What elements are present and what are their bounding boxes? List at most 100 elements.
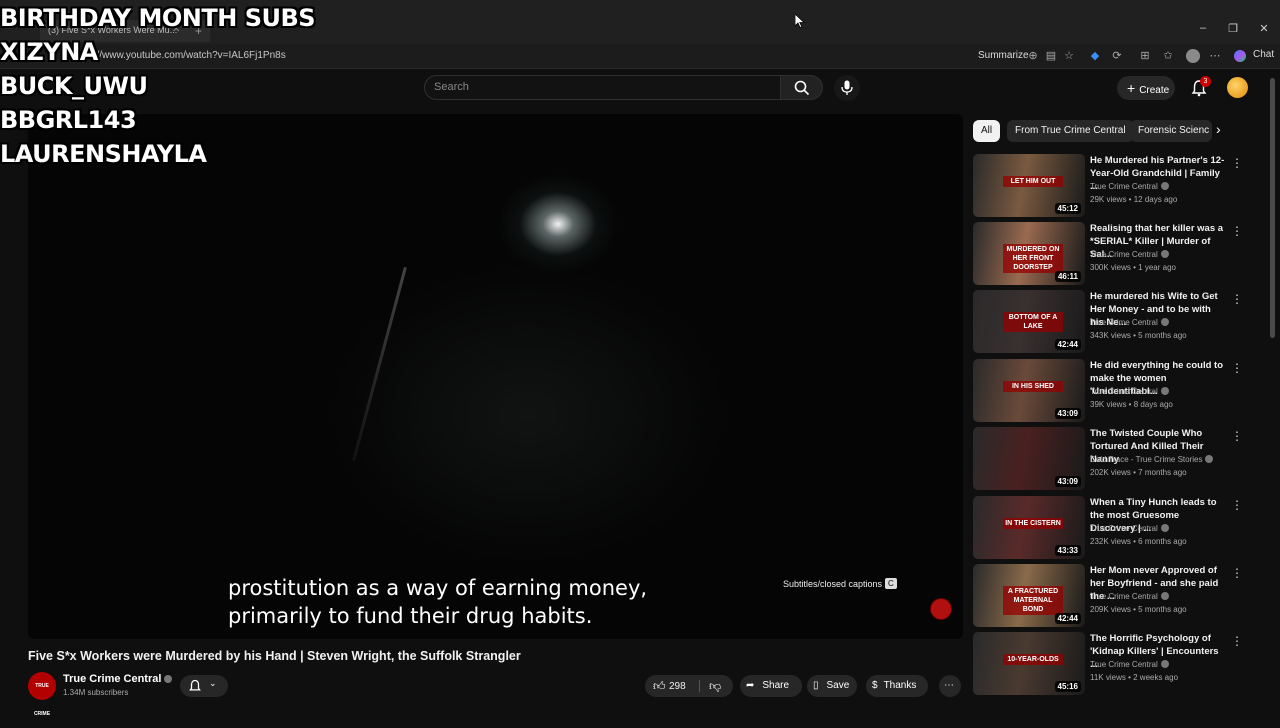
thumbnail-caption: IN HIS SHED [1003,381,1063,392]
recommendation-thumbnail[interactable]: 10-YEAR-OLDS 45:16 [973,632,1085,695]
recommendation-item[interactable]: 43:09 The Twisted Couple Who Tortured And… [973,427,1263,491]
verified-icon [1160,318,1169,326]
recommendation-thumbnail[interactable]: MURDERED ON HER FRONT DOORSTEP 46:11 [973,222,1085,285]
video-frame-light [498,174,618,274]
extension-icon[interactable]: ⊕ [1026,49,1040,63]
url-field[interactable]: https://www.youtube.com/watch?v=IAL6Fj1P… [72,50,286,61]
recommendation-channel[interactable]: True Crime Central [1090,318,1169,327]
more-horizontal-icon: ⋯ [944,680,954,691]
plus-icon: + [1127,80,1136,96]
captions-shortcut-key: C [885,578,897,589]
video-caption: prostitution as a way of earning money, … [228,574,647,630]
overlay-heading: BIRTHDAY MONTH SUBS [0,4,316,32]
recommendation-channel[interactable]: True Crime Central [1090,387,1169,396]
close-window-icon[interactable]: ✕ [1249,22,1279,35]
more-vertical-icon[interactable]: ⋮ [1231,361,1243,375]
scrollbar[interactable] [1270,78,1275,338]
verified-icon [1160,250,1169,258]
video-duration: 43:09 [1054,476,1081,487]
thumbnail-caption: MURDERED ON HER FRONT DOORSTEP [1003,244,1063,273]
recommendation-meta: 300K views • 1 year ago [1090,263,1176,272]
thanks-button[interactable]: $ Thanks [866,675,928,697]
notification-count-badge: 3 [1200,76,1211,87]
video-player[interactable]: prostitution as a way of earning money, … [28,114,963,639]
more-vertical-icon[interactable]: ⋮ [1231,566,1243,580]
verified-icon [1160,182,1169,190]
more-menu-icon[interactable]: ⋯ [1208,49,1222,63]
verified-icon [1160,524,1169,532]
more-vertical-icon[interactable]: ⋮ [1231,292,1243,306]
favorite-star-icon[interactable]: ☆ [1062,49,1076,63]
video-duration: 43:33 [1054,545,1081,556]
captions-tooltip: Subtitles/closed captions [783,579,883,589]
more-vertical-icon[interactable]: ⋮ [1231,224,1243,238]
channel-name[interactable]: True Crime Central [63,673,173,685]
maximize-icon[interactable]: ❐ [1218,22,1248,35]
profile-icon[interactable] [1186,49,1200,63]
recommendation-meta: 343K views • 5 months ago [1090,331,1187,340]
summarize-button[interactable]: Summarize [978,50,1029,61]
subscriber-count: 1.34M subscribers [63,688,129,697]
recommendation-item[interactable]: IN THE CISTERN 43:33 When a Tiny Hunch lea… [973,496,1263,560]
recommendation-item[interactable]: MURDERED ON HER FRONT DOORSTEP 46:11 Reali… [973,222,1263,286]
recommendation-thumbnail[interactable]: LET HIM OUT 45:12 [973,154,1085,217]
search-button[interactable] [781,75,823,100]
more-vertical-icon[interactable]: ⋮ [1231,634,1243,648]
more-actions-button[interactable]: ⋯ [939,675,961,697]
create-button[interactable]: + Create [1117,76,1175,100]
recommendation-item[interactable]: A FRACTURED MATERNAL BOND 42:44 Her Mom ne… [973,564,1263,628]
share-button[interactable]: ➦ Share [740,675,802,697]
thumbnail-caption: BOTTOM OF A LAKE [1003,312,1063,332]
chip-all[interactable]: All [973,120,1001,142]
recommendation-channel[interactable]: Cold Trace - True Crime Stories [1090,455,1214,464]
save-button[interactable]: ▯ Save [807,675,857,697]
recommendation-channel[interactable]: True Crime Central [1090,660,1169,669]
thumbs-up-icon: 👍︎ [653,679,666,693]
split-screen-icon[interactable]: ⊞ [1138,49,1152,63]
recommendation-item[interactable]: 10-YEAR-OLDS 45:16 The Horrific Psychology… [973,632,1263,696]
recommendation-channel[interactable]: True Crime Central [1090,524,1169,533]
overlay-name: LAURENSHAYLA [0,140,207,168]
verified-icon [1205,455,1214,463]
video-frame-haze [328,264,728,564]
recommendation-thumbnail[interactable]: IN HIS SHED 43:09 [973,359,1085,422]
recommendation-thumbnail[interactable]: 43:09 [973,427,1085,490]
recommendation-item[interactable]: IN HIS SHED 43:09 He did everything he cou… [973,359,1263,423]
favorites-icon[interactable]: ✩ [1161,49,1175,63]
recommendation-channel[interactable]: True Crime Central [1090,592,1169,601]
subscribe-notifications-button[interactable]: ⌄ [180,675,228,697]
thumbnail-caption: 10-YEAR-OLDS [1003,654,1063,665]
chevron-right-icon[interactable]: › [1216,121,1221,137]
more-vertical-icon[interactable]: ⋮ [1231,498,1243,512]
recommendation-item[interactable]: BOTTOM OF A LAKE 42:44 He murdered his Wif… [973,290,1263,354]
video-duration: 43:09 [1054,408,1081,419]
recommendation-channel[interactable]: True Crime Central [1090,182,1169,191]
dislike-button[interactable]: 👎︎ [705,675,727,697]
reader-icon[interactable]: ▤ [1044,49,1058,63]
minimize-icon[interactable]: – [1188,22,1218,34]
bookmark-icon: ▯ [813,680,819,691]
chip-forensic-science[interactable]: Forensic Scienc [1130,120,1212,142]
recommendation-meta: 232K views • 6 months ago [1090,537,1187,546]
channel-watermark[interactable] [930,598,952,620]
verified-icon [1160,592,1169,600]
thumbnail-caption: LET HIM OUT [1003,176,1063,187]
microphone-icon [841,80,853,95]
recommendation-item[interactable]: LET HIM OUT 45:12 He Murdered his Partner'… [973,154,1263,218]
recommendation-thumbnail[interactable]: BOTTOM OF A LAKE 42:44 [973,290,1085,353]
user-avatar[interactable] [1227,77,1248,98]
thumbnail-caption: A FRACTURED MATERNAL BOND [1003,586,1063,615]
chat-button[interactable]: Chat [1232,49,1274,60]
extension-puzzle-icon[interactable]: ◆ [1088,49,1102,63]
refresh-icon[interactable]: ⟳ [1110,49,1124,63]
recommendation-thumbnail[interactable]: IN THE CISTERN 43:33 [973,496,1085,559]
more-vertical-icon[interactable]: ⋮ [1231,429,1243,443]
channel-avatar[interactable]: TRUE CRIME [28,672,56,717]
recommendation-channel[interactable]: True Crime Central [1090,250,1169,259]
chip-from-channel[interactable]: From True Crime Central [1007,120,1134,142]
more-vertical-icon[interactable]: ⋮ [1231,156,1243,170]
voice-search-button[interactable] [834,75,860,101]
bell-icon [189,679,201,691]
search-input[interactable] [424,75,781,100]
recommendation-thumbnail[interactable]: A FRACTURED MATERNAL BOND 42:44 [973,564,1085,627]
